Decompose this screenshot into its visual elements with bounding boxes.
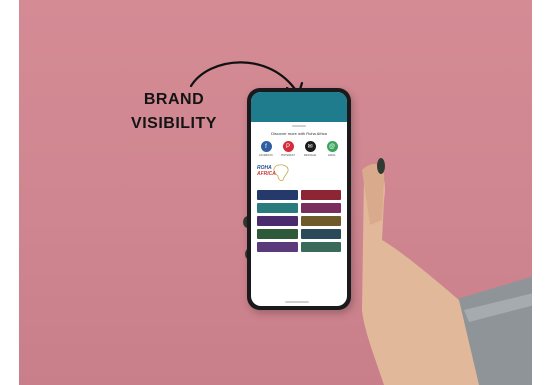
category-tile[interactable] (257, 190, 298, 200)
message-icon: ✉ (304, 141, 316, 152)
share-item-message[interactable]: ✉ MESSAGE (301, 141, 319, 157)
category-tile[interactable] (300, 216, 341, 226)
category-tile[interactable] (300, 242, 341, 252)
share-label: PINTEREST (280, 154, 296, 157)
category-tile[interactable] (257, 229, 298, 239)
home-indicator[interactable] (285, 301, 309, 303)
share-item-facebook[interactable]: f FACEBOOK (257, 141, 275, 157)
category-tile[interactable] (257, 242, 298, 252)
sheet-handle[interactable] (292, 125, 306, 127)
share-label: EMAIL (328, 154, 336, 157)
share-targets: f FACEBOOK P PINTEREST ✉ MESSAGE @ EMAIL (255, 141, 343, 157)
category-tile[interactable] (257, 203, 298, 213)
category-tiles (255, 190, 343, 252)
category-tile[interactable] (300, 190, 341, 200)
category-tile[interactable] (257, 216, 298, 226)
smartphone: Discover more with Roha Africa f FACEBOO… (247, 88, 351, 310)
email-icon: @ (326, 141, 338, 152)
sheet-title: Discover more with Roha Africa (271, 131, 327, 136)
category-tile[interactable] (300, 229, 341, 239)
screen-header-bar (251, 92, 347, 122)
share-item-email[interactable]: @ EMAIL (323, 141, 341, 157)
share-label: FACEBOOK (259, 154, 273, 157)
share-item-pinterest[interactable]: P PINTEREST (279, 141, 297, 157)
share-label: MESSAGE (303, 154, 317, 157)
share-sheet: Discover more with Roha Africa f FACEBOO… (251, 125, 347, 252)
roha-africa-logo: ROHA AFRICA (257, 163, 293, 183)
category-tile[interactable] (300, 203, 341, 213)
logo-line-2: AFRICA (257, 171, 276, 177)
facebook-icon: f (260, 141, 272, 152)
pinterest-icon: P (282, 141, 294, 152)
phone-screen: Discover more with Roha Africa f FACEBOO… (251, 92, 347, 306)
